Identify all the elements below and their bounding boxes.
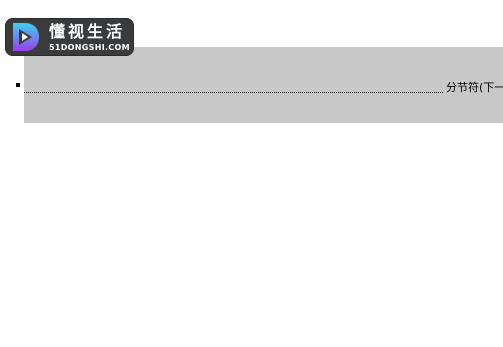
section-break-label: 分节符(下一 (446, 81, 503, 94)
section-break-highlight (24, 47, 503, 123)
play-d-logo-icon (13, 23, 39, 51)
document-page: 分节符(下一 懂视生活 51DONGSHI.COM (0, 0, 503, 347)
watermark-title-cn: 懂视生活 (49, 22, 126, 41)
section-break-dotted-line (24, 92, 443, 93)
watermark-title-en: 51DONGSHI.COM (49, 43, 130, 52)
paragraph-bullet-marker (16, 83, 20, 87)
watermark-logo: 懂视生活 51DONGSHI.COM (5, 18, 134, 56)
